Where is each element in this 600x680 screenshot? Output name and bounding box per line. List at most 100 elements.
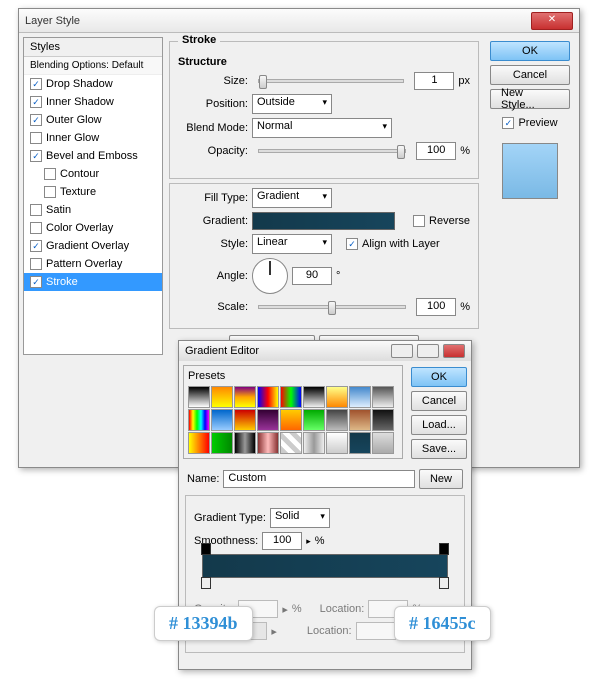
preset-swatch[interactable] <box>234 409 256 431</box>
preset-swatch[interactable] <box>234 386 256 408</box>
preset-swatch[interactable] <box>257 409 279 431</box>
presets-panel: Presets <box>183 365 403 459</box>
preset-swatch[interactable] <box>234 432 256 454</box>
style-row-bevel-and-emboss[interactable]: ✓Bevel and Emboss <box>24 147 162 165</box>
position-dropdown[interactable]: Outside <box>252 94 332 114</box>
preset-swatch[interactable] <box>280 432 302 454</box>
ge-save-button[interactable]: Save... <box>411 439 467 459</box>
new-style-button[interactable]: New Style... <box>490 89 570 109</box>
name-input[interactable]: Custom <box>223 470 415 488</box>
ge-load-button[interactable]: Load... <box>411 415 467 435</box>
gradient-strip[interactable] <box>202 554 448 578</box>
preset-swatch[interactable] <box>188 432 210 454</box>
blendmode-dropdown[interactable]: Normal <box>252 118 392 138</box>
style-row-drop-shadow[interactable]: ✓Drop Shadow <box>24 75 162 93</box>
style-row-pattern-overlay[interactable]: Pattern Overlay <box>24 255 162 273</box>
style-checkbox[interactable]: ✓ <box>30 240 42 252</box>
callout-left-color: # 13394b <box>154 606 253 641</box>
style-row-color-overlay[interactable]: Color Overlay <box>24 219 162 237</box>
minimize-icon[interactable] <box>391 344 413 358</box>
preset-swatch[interactable] <box>303 409 325 431</box>
close-icon[interactable] <box>443 344 465 358</box>
filltype-dropdown[interactable]: Gradient <box>252 188 332 208</box>
angle-input[interactable]: 90 <box>292 267 332 285</box>
stop-location-label: Location: <box>320 603 365 615</box>
size-slider[interactable] <box>258 79 404 83</box>
style-checkbox[interactable] <box>44 168 56 180</box>
preset-swatch[interactable] <box>326 386 348 408</box>
preset-swatch[interactable] <box>211 409 233 431</box>
preset-swatch[interactable] <box>372 432 394 454</box>
style-checkbox[interactable]: ✓ <box>30 96 42 108</box>
ge-cancel-button[interactable]: Cancel <box>411 391 467 411</box>
style-checkbox[interactable] <box>30 204 42 216</box>
ok-button[interactable]: OK <box>490 41 570 61</box>
styles-header[interactable]: Styles <box>24 38 162 57</box>
style-row-contour[interactable]: Contour <box>24 165 162 183</box>
angle-dial[interactable] <box>252 258 288 294</box>
style-row-inner-glow[interactable]: Inner Glow <box>24 129 162 147</box>
size-input[interactable]: 1 <box>414 72 454 90</box>
preview-checkbox[interactable]: ✓ <box>502 117 514 129</box>
cancel-button[interactable]: Cancel <box>490 65 570 85</box>
scale-unit: % <box>460 301 470 313</box>
reverse-checkbox[interactable] <box>413 215 425 227</box>
preset-swatch[interactable] <box>326 432 348 454</box>
style-checkbox[interactable] <box>30 258 42 270</box>
preset-swatch[interactable] <box>280 409 302 431</box>
style-row-stroke[interactable]: ✓Stroke <box>24 273 162 291</box>
preset-swatch[interactable] <box>349 409 371 431</box>
style-dropdown[interactable]: Linear <box>252 234 332 254</box>
style-checkbox[interactable]: ✓ <box>30 276 42 288</box>
style-label: Texture <box>60 186 96 198</box>
color-stop-right[interactable] <box>439 577 449 589</box>
preset-swatch[interactable] <box>349 432 371 454</box>
gradient-preview[interactable] <box>252 212 395 230</box>
style-row-inner-shadow[interactable]: ✓Inner Shadow <box>24 93 162 111</box>
opacity-stop-right[interactable] <box>439 543 449 555</box>
preset-swatch[interactable] <box>303 432 325 454</box>
preset-swatch[interactable] <box>211 386 233 408</box>
scale-label: Scale: <box>178 301 248 313</box>
preset-swatch[interactable] <box>211 432 233 454</box>
preset-swatch[interactable] <box>257 386 279 408</box>
ge-ok-button[interactable]: OK <box>411 367 467 387</box>
preset-swatch[interactable] <box>188 386 210 408</box>
preset-swatch[interactable] <box>349 386 371 408</box>
color-stop-left[interactable] <box>201 577 211 589</box>
style-row-gradient-overlay[interactable]: ✓Gradient Overlay <box>24 237 162 255</box>
size-unit: px <box>458 75 470 87</box>
style-label: Contour <box>60 168 99 180</box>
style-checkbox[interactable]: ✓ <box>30 150 42 162</box>
align-checkbox[interactable]: ✓ <box>346 238 358 250</box>
style-row-texture[interactable]: Texture <box>24 183 162 201</box>
preset-swatch[interactable] <box>257 432 279 454</box>
preset-swatch[interactable] <box>303 386 325 408</box>
blending-options[interactable]: Blending Options: Default <box>24 57 162 75</box>
style-row-satin[interactable]: Satin <box>24 201 162 219</box>
style-row-outer-glow[interactable]: ✓ Outer Glow <box>24 111 162 129</box>
style-label: Outer Glow <box>46 114 102 126</box>
preset-swatch[interactable] <box>372 409 394 431</box>
new-gradient-button[interactable]: New <box>419 469 463 489</box>
style-checkbox[interactable]: ✓ <box>30 114 42 126</box>
preset-swatch[interactable] <box>188 409 210 431</box>
gradtype-dropdown[interactable]: Solid <box>270 508 330 528</box>
style-checkbox[interactable] <box>30 132 42 144</box>
scale-slider[interactable] <box>258 305 406 309</box>
close-icon[interactable]: ✕ <box>531 12 573 30</box>
blendmode-label: Blend Mode: <box>178 122 248 134</box>
maximize-icon[interactable] <box>417 344 439 358</box>
preset-swatch[interactable] <box>326 409 348 431</box>
structure-label: Structure <box>178 56 470 68</box>
preset-swatch[interactable] <box>280 386 302 408</box>
opacity-stop-left[interactable] <box>201 543 211 555</box>
style-checkbox[interactable] <box>30 222 42 234</box>
opacity-slider[interactable] <box>258 149 406 153</box>
scale-input[interactable]: 100 <box>416 298 456 316</box>
preset-swatch[interactable] <box>372 386 394 408</box>
smooth-input[interactable]: 100 <box>262 532 302 550</box>
style-checkbox[interactable] <box>44 186 56 198</box>
style-checkbox[interactable]: ✓ <box>30 78 42 90</box>
opacity-input[interactable]: 100 <box>416 142 456 160</box>
